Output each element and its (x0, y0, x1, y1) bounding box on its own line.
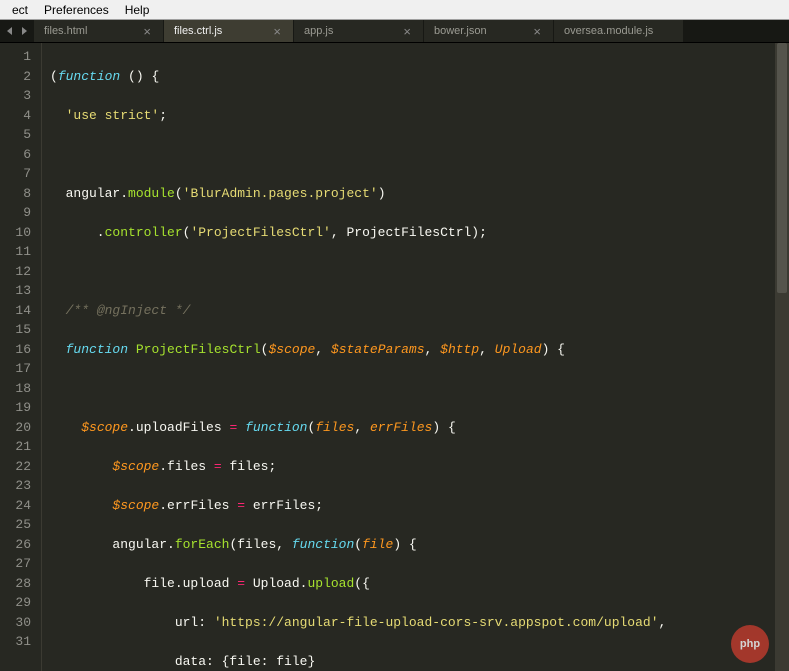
line-number: 4 (0, 106, 31, 126)
line-number: 18 (0, 379, 31, 399)
code-line: 'use strict'; (50, 106, 789, 126)
line-number: 26 (0, 535, 31, 555)
code-line: /** @ngInject */ (50, 301, 789, 321)
line-number: 24 (0, 496, 31, 516)
menubar: ect Preferences Help (0, 0, 789, 20)
tab-oversea-module-js[interactable]: oversea.module.js (554, 20, 684, 42)
line-number: 3 (0, 86, 31, 106)
line-number: 6 (0, 145, 31, 165)
tab-bower-json[interactable]: bower.json × (424, 20, 554, 42)
code-line: file.upload = Upload.upload({ (50, 574, 789, 594)
line-number: 9 (0, 203, 31, 223)
code-line: url: 'https://angular-file-upload-cors-s… (50, 613, 789, 633)
line-number: 30 (0, 613, 31, 633)
line-number: 5 (0, 125, 31, 145)
line-number: 12 (0, 262, 31, 282)
line-number: 28 (0, 574, 31, 594)
close-icon[interactable]: × (141, 24, 153, 39)
code-line (50, 379, 789, 399)
line-number: 27 (0, 554, 31, 574)
menu-help[interactable]: Help (117, 1, 158, 19)
line-number: 20 (0, 418, 31, 438)
line-number: 23 (0, 476, 31, 496)
line-number: 8 (0, 184, 31, 204)
line-number: 21 (0, 437, 31, 457)
line-number: 14 (0, 301, 31, 321)
line-number: 10 (0, 223, 31, 243)
close-icon[interactable]: × (531, 24, 543, 39)
tab-files-html[interactable]: files.html × (34, 20, 164, 42)
tab-label: app.js (304, 25, 333, 37)
close-icon[interactable]: × (271, 24, 283, 39)
nav-back-icon[interactable] (4, 25, 16, 37)
tabs: files.html × files.ctrl.js × app.js × bo… (34, 20, 789, 42)
line-number: 16 (0, 340, 31, 360)
code-area[interactable]: (function () { 'use strict'; angular.mod… (42, 43, 789, 671)
scrollbar-thumb[interactable] (777, 43, 787, 293)
line-number: 25 (0, 515, 31, 535)
code-line: $scope.files = files; (50, 457, 789, 477)
line-number: 2 (0, 67, 31, 87)
code-line: angular.forEach(files, function(file) { (50, 535, 789, 555)
watermark-badge: php (731, 625, 769, 663)
tab-label: files.ctrl.js (174, 25, 222, 37)
tab-label: files.html (44, 25, 87, 37)
editor[interactable]: 1 2 3 4 5 6 7 8 9 10 11 12 13 14 15 16 1… (0, 43, 789, 671)
code-line: angular.module('BlurAdmin.pages.project'… (50, 184, 789, 204)
line-number: 19 (0, 398, 31, 418)
tab-bar: files.html × files.ctrl.js × app.js × bo… (0, 20, 789, 43)
code-line: $scope.uploadFiles = function(files, err… (50, 418, 789, 438)
menu-preferences[interactable]: Preferences (36, 1, 117, 19)
line-number: 31 (0, 632, 31, 652)
menu-project[interactable]: ect (4, 1, 36, 19)
tab-nav-arrows (0, 20, 34, 42)
line-number: 11 (0, 242, 31, 262)
line-number-gutter: 1 2 3 4 5 6 7 8 9 10 11 12 13 14 15 16 1… (0, 43, 42, 671)
line-number: 15 (0, 320, 31, 340)
tab-label: bower.json (434, 25, 487, 37)
code-line: .controller('ProjectFilesCtrl', ProjectF… (50, 223, 789, 243)
tab-files-ctrl-js[interactable]: files.ctrl.js × (164, 20, 294, 42)
code-line: function ProjectFilesCtrl($scope, $state… (50, 340, 789, 360)
tab-label: oversea.module.js (564, 25, 653, 37)
nav-forward-icon[interactable] (18, 25, 30, 37)
line-number: 13 (0, 281, 31, 301)
line-number: 1 (0, 47, 31, 67)
code-line (50, 262, 789, 282)
code-line: data: {file: file} (50, 652, 789, 671)
close-icon[interactable]: × (401, 24, 413, 39)
code-line (50, 145, 789, 165)
line-number: 22 (0, 457, 31, 477)
watermark-text: php (731, 625, 769, 663)
line-number: 7 (0, 164, 31, 184)
vertical-scrollbar[interactable] (775, 43, 789, 671)
line-number: 29 (0, 593, 31, 613)
line-number: 17 (0, 359, 31, 379)
tab-app-js[interactable]: app.js × (294, 20, 424, 42)
code-line: $scope.errFiles = errFiles; (50, 496, 789, 516)
code-line: (function () { (50, 67, 789, 87)
